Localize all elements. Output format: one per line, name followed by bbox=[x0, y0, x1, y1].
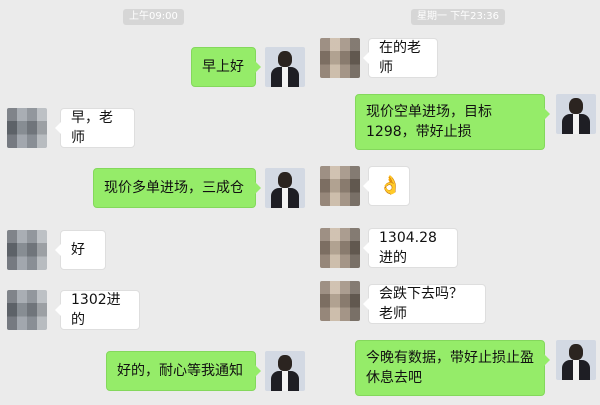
contact-avatar[interactable] bbox=[7, 230, 47, 270]
message-bubble-incoming[interactable]: 1302进的 bbox=[55, 290, 140, 330]
message-bubble-incoming[interactable]: 早，老师 bbox=[55, 108, 135, 148]
message-bubble-incoming[interactable]: 会跌下去吗？老师 bbox=[363, 284, 486, 324]
contact-avatar[interactable] bbox=[320, 166, 360, 206]
contact-avatar[interactable] bbox=[7, 290, 47, 330]
contact-avatar[interactable] bbox=[320, 281, 360, 321]
user-avatar[interactable] bbox=[265, 351, 305, 391]
user-avatar[interactable] bbox=[265, 47, 305, 87]
message-bubble-outgoing[interactable]: 现价多单进场，三成仓 bbox=[93, 168, 261, 208]
user-avatar[interactable] bbox=[265, 168, 305, 208]
left-chat-pane: 上午09:00 早上好 早，老师 现价多单进场，三成仓 好 1302进的 好的，… bbox=[0, 0, 305, 405]
message-bubble-incoming[interactable]: 在的老师 bbox=[363, 38, 438, 78]
message-bubble-incoming[interactable]: 1304.28进的 bbox=[363, 228, 458, 268]
right-chat-pane: 星期一 下午23:36 在的老师 现价空单进场，目标1298，带好止损 👌 13… bbox=[300, 0, 600, 405]
message-bubble-incoming[interactable]: 👌 bbox=[363, 166, 410, 206]
message-bubble-outgoing[interactable]: 现价空单进场，目标1298，带好止损 bbox=[355, 94, 550, 150]
contact-avatar[interactable] bbox=[320, 38, 360, 78]
user-avatar[interactable] bbox=[556, 94, 596, 134]
chat-timestamp: 上午09:00 bbox=[123, 9, 184, 25]
message-bubble-incoming[interactable]: 好 bbox=[55, 230, 106, 270]
ok-hand-emoji-icon: 👌 bbox=[379, 175, 402, 196]
contact-avatar[interactable] bbox=[7, 108, 47, 148]
message-bubble-outgoing[interactable]: 今晚有数据，带好止损止盈休息去吧 bbox=[355, 340, 550, 396]
contact-avatar[interactable] bbox=[320, 228, 360, 268]
message-bubble-outgoing[interactable]: 好的，耐心等我通知 bbox=[106, 351, 261, 391]
message-bubble-outgoing[interactable]: 早上好 bbox=[191, 47, 261, 87]
user-avatar[interactable] bbox=[556, 340, 596, 380]
chat-timestamp: 星期一 下午23:36 bbox=[411, 9, 505, 25]
